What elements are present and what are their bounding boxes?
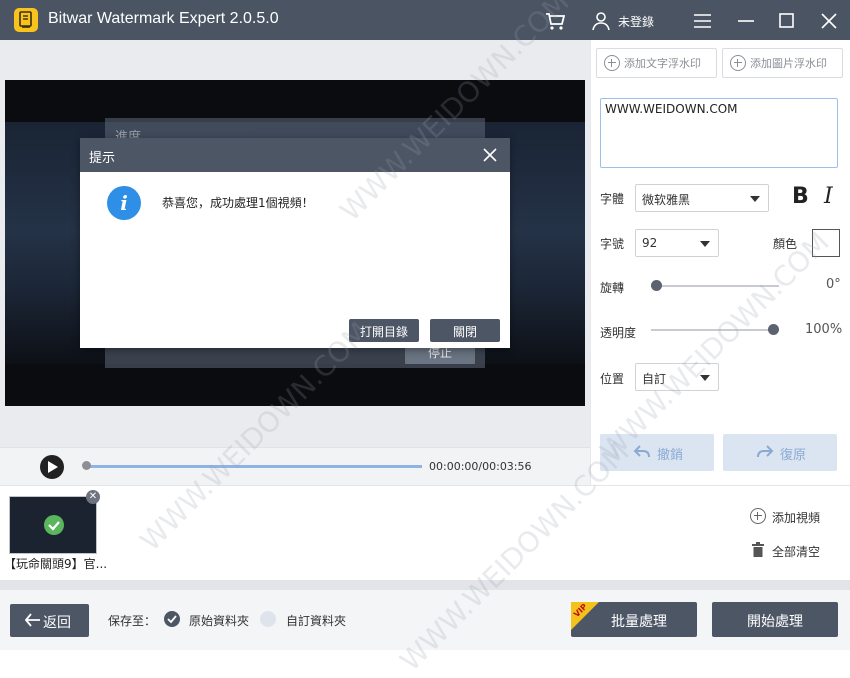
font-value: 微软雅黑 bbox=[642, 193, 691, 207]
time-display: 00:00:00/00:03:56 bbox=[429, 460, 532, 473]
plus-circle-icon bbox=[730, 55, 746, 71]
cart-icon[interactable] bbox=[544, 10, 566, 32]
maximize-icon[interactable] bbox=[776, 10, 798, 32]
redo-button[interactable]: 復原 bbox=[723, 434, 837, 471]
divider bbox=[0, 580, 850, 590]
dialog-title: 提示 bbox=[89, 151, 116, 166]
redo-label: 復原 bbox=[780, 448, 807, 463]
close-icon[interactable] bbox=[818, 10, 840, 32]
font-label: 字體 bbox=[600, 192, 625, 206]
chevron-down-icon bbox=[700, 375, 710, 381]
file-list bbox=[0, 485, 850, 581]
play-icon bbox=[48, 461, 58, 473]
original-folder-radio[interactable] bbox=[164, 611, 180, 627]
watermark-text-input[interactable]: WWW.WEIDOWN.COM bbox=[600, 98, 838, 168]
user-icon[interactable] bbox=[590, 10, 612, 32]
trash-icon[interactable] bbox=[751, 542, 765, 560]
position-select[interactable]: 自訂 bbox=[635, 363, 719, 391]
opacity-label: 透明度 bbox=[600, 326, 637, 340]
minimize-icon[interactable] bbox=[735, 10, 757, 32]
back-label: 返回 bbox=[43, 615, 71, 631]
title-bar: Bitwar Watermark Expert 2.0.5.0 未登錄 bbox=[0, 0, 850, 40]
redo-icon bbox=[757, 445, 774, 458]
original-folder-label[interactable]: 原始資料夾 bbox=[189, 612, 249, 629]
back-button[interactable]: 返回 bbox=[10, 604, 89, 637]
add-video-icon[interactable] bbox=[750, 508, 766, 524]
check-icon bbox=[167, 615, 177, 624]
undo-button[interactable]: 撤銷 bbox=[600, 434, 714, 471]
save-to-label: 保存至： bbox=[108, 614, 157, 628]
clear-all-button[interactable]: 全部清空 bbox=[772, 543, 820, 560]
opacity-slider-track[interactable] bbox=[651, 329, 779, 331]
remove-thumbnail-icon[interactable]: ✕ bbox=[86, 490, 100, 504]
opacity-slider-knob[interactable] bbox=[768, 324, 779, 335]
batch-process-label: 批量處理 bbox=[611, 614, 667, 630]
custom-folder-label[interactable]: 自訂資料夾 bbox=[286, 612, 346, 629]
dialog-close-label: 關閉 bbox=[453, 325, 478, 339]
rotate-slider-knob[interactable] bbox=[651, 280, 662, 291]
size-select[interactable]: 92 bbox=[635, 229, 719, 257]
start-process-button[interactable]: 開始處理 bbox=[712, 602, 838, 637]
size-label: 字號 bbox=[600, 237, 625, 251]
dialog-close-button[interactable]: 關閉 bbox=[430, 319, 500, 342]
color-swatch[interactable] bbox=[812, 229, 840, 257]
timeline-knob[interactable] bbox=[82, 461, 91, 470]
custom-folder-radio[interactable] bbox=[260, 611, 276, 627]
opacity-value: 100% bbox=[805, 322, 843, 337]
back-arrow-icon bbox=[25, 613, 40, 627]
undo-label: 撤銷 bbox=[657, 448, 684, 463]
add-video-button[interactable]: 添加視頻 bbox=[772, 509, 820, 526]
open-directory-label: 打開目錄 bbox=[360, 325, 409, 339]
position-label: 位置 bbox=[600, 372, 625, 386]
open-directory-button[interactable]: 打開目錄 bbox=[349, 319, 419, 342]
check-icon bbox=[44, 515, 64, 535]
success-dialog: 提示 i 恭喜您，成功處理1個視頻！ 打開目錄 關閉 bbox=[80, 138, 510, 348]
chevron-down-icon bbox=[750, 196, 760, 202]
add-text-watermark-button[interactable]: 添加文字浮水印 bbox=[596, 48, 717, 78]
rotate-label: 旋轉 bbox=[600, 281, 625, 295]
add-text-watermark-label: 添加文字浮水印 bbox=[624, 57, 701, 70]
dialog-close-icon[interactable] bbox=[480, 145, 500, 165]
rotate-slider-track[interactable] bbox=[651, 285, 779, 287]
dialog-header: 提示 bbox=[80, 138, 510, 172]
play-button[interactable] bbox=[40, 455, 64, 479]
undo-icon bbox=[633, 445, 650, 458]
start-process-label: 開始處理 bbox=[747, 614, 803, 630]
add-image-watermark-button[interactable]: 添加圖片浮水印 bbox=[722, 48, 843, 78]
add-image-watermark-label: 添加圖片浮水印 bbox=[750, 57, 827, 70]
thumbnail-caption: 【玩命關頭9】官... bbox=[4, 557, 108, 571]
timeline-track[interactable] bbox=[86, 465, 422, 468]
login-link[interactable]: 未登錄 bbox=[618, 13, 654, 30]
app-logo-icon bbox=[14, 8, 38, 32]
color-label: 顏色 bbox=[773, 237, 798, 251]
info-icon: i bbox=[107, 186, 141, 220]
bold-icon[interactable]: B bbox=[792, 184, 809, 209]
font-select[interactable]: 微软雅黑 bbox=[635, 184, 769, 212]
position-value: 自訂 bbox=[642, 372, 667, 386]
app-title: Bitwar Watermark Expert 2.0.5.0 bbox=[48, 10, 279, 27]
menu-icon[interactable] bbox=[692, 10, 714, 32]
italic-icon[interactable]: I bbox=[824, 184, 833, 209]
plus-circle-icon bbox=[604, 55, 620, 71]
size-value: 92 bbox=[642, 236, 658, 250]
chevron-down-icon bbox=[700, 241, 710, 247]
dialog-message: 恭喜您，成功處理1個視頻！ bbox=[162, 196, 314, 210]
rotate-value: 0° bbox=[826, 277, 841, 292]
